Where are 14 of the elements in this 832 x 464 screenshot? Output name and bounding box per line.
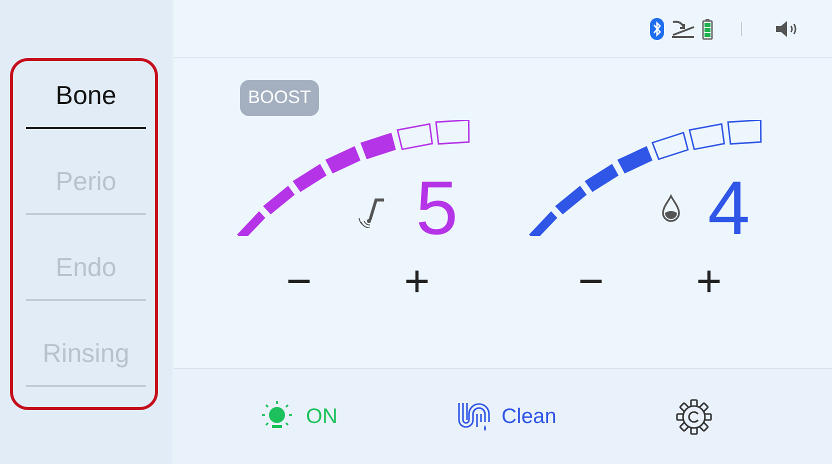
bluetooth-icon (650, 18, 664, 40)
settings-button[interactable] (676, 398, 712, 434)
clean-button[interactable]: Clean (456, 400, 556, 434)
level-number: 4 (708, 174, 750, 244)
foot-pedal-icon (670, 18, 696, 38)
battery-icon (702, 18, 713, 40)
level-number: 5 (416, 174, 458, 244)
plus-button[interactable]: + (686, 262, 732, 302)
plus-button[interactable]: + (394, 262, 440, 302)
minus-button[interactable]: − (276, 262, 322, 302)
minus-button[interactable]: − (568, 262, 614, 302)
mode-tab[interactable]: Bone (26, 43, 146, 129)
settings-icon (676, 398, 712, 434)
water-drop-icon (660, 194, 682, 224)
